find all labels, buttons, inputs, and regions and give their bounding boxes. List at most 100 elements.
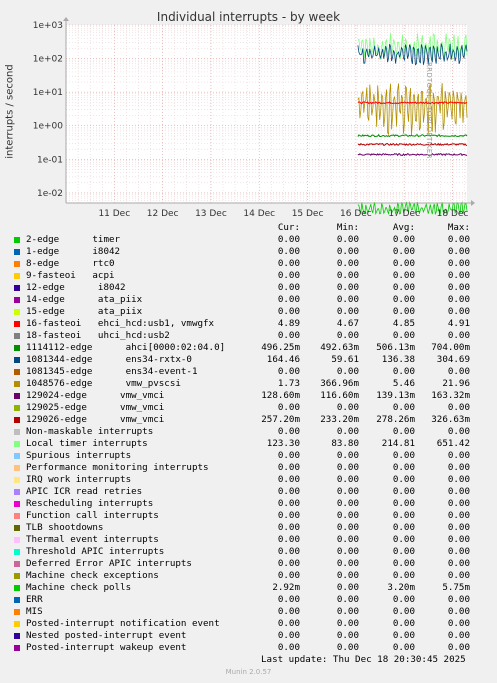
legend-label: 8-edge rtc0	[26, 258, 115, 269]
legend-swatch	[14, 381, 20, 387]
legend-label: Posted-interrupt notification event	[26, 618, 220, 629]
x-tick-label: 12 Dec	[147, 209, 179, 219]
legend-row: ERR 0.00 0.00 0.00 0.00	[0, 594, 497, 606]
legend-max: 0.00	[447, 294, 470, 305]
rrdtool-watermark: RRDTOOL / TOBI OETIKER	[425, 62, 433, 159]
legend-label: TLB shootdowns	[26, 522, 104, 533]
legend-swatch	[14, 333, 20, 339]
legend-max: 0.00	[447, 282, 470, 293]
legend-swatch	[14, 453, 20, 459]
legend-label: 1114112-edge ahci[0000:02:04.0]	[26, 342, 226, 353]
legend-label: Thermal event interrupts	[26, 534, 159, 545]
legend-row: Deferred Error APIC interrupts 0.00 0.00 0.…	[0, 558, 497, 570]
y-tick-label: 1e-01	[37, 155, 63, 165]
legend-max: 0.00	[447, 534, 470, 545]
legend-max: 0.00	[447, 426, 470, 437]
legend-row: 1081345-edge ens34-event-1 0.00 0.00 0.00 0.…	[0, 366, 497, 378]
legend-swatch	[14, 261, 20, 267]
legend-row: Threshold APIC interrupts 0.00 0.00 0.00 0.0…	[0, 546, 497, 558]
legend-label: IRQ work interrupts	[26, 474, 132, 485]
legend-row: Thermal event interrupts 0.00 0.00 0.00 0.00	[0, 534, 497, 546]
legend-row: 129024-edge vmw_vmci 128.60m 116.60m 139.13…	[0, 390, 497, 402]
legend-swatch	[14, 549, 20, 555]
legend-swatch	[14, 621, 20, 627]
legend-swatch	[14, 609, 20, 615]
legend-max: 651.42	[436, 438, 470, 449]
legend-max: 0.00	[447, 606, 470, 617]
legend-max: 0.00	[447, 630, 470, 641]
legend-label: Machine check polls	[26, 582, 132, 593]
legend-row: 15-edge ata_piix 0.00 0.00 0.00 0.00	[0, 306, 497, 318]
legend-row: 18-fasteoi uhci_hcd:usb2 0.00 0.00 0.00 0.00	[0, 330, 497, 342]
legend-header: Cur: Min: Avg: Max:	[0, 222, 497, 234]
legend-label: Machine check exceptions	[26, 570, 159, 581]
x-tick-label: 15 Dec	[292, 209, 324, 219]
header-max: Max:	[447, 222, 470, 233]
legend-swatch	[14, 393, 20, 399]
legend-row: 16-fasteoi ehci_hcd:usb1, vmwgfx 4.89 4.67…	[0, 318, 497, 330]
legend-row: Nested posted-interrupt event 0.00 0.00 0.0…	[0, 630, 497, 642]
legend-max: 304.69	[436, 354, 470, 365]
legend-row: 1114112-edge ahci[0000:02:04.0] 496.25m 49…	[0, 342, 497, 354]
legend-label: Deferred Error APIC interrupts	[26, 558, 192, 569]
legend-row: Non-maskable interrupts 0.00 0.00 0.00 0.00	[0, 426, 497, 438]
legend-max: 0.00	[447, 594, 470, 605]
legend-swatch	[14, 585, 20, 591]
legend-label: Non-maskable interrupts	[26, 426, 154, 437]
legend-row: TLB shootdowns 0.00 0.00 0.00 0.00	[0, 522, 497, 534]
legend-row: Local timer interrupts 123.30 83.80 214.81 6…	[0, 438, 497, 450]
legend-label: 14-edge ata_piix	[26, 294, 143, 305]
legend-row: IRQ work interrupts 0.00 0.00 0.00 0.00	[0, 474, 497, 486]
legend-row: MIS 0.00 0.00 0.00 0.00	[0, 606, 497, 618]
munin-version: Munin 2.0.57	[225, 668, 272, 676]
legend-swatch	[14, 441, 20, 447]
legend-label: 9-fasteoi acpi	[26, 270, 115, 281]
legend-max: 0.00	[447, 258, 470, 269]
legend-swatch	[14, 309, 20, 315]
legend-row: 2-edge timer 0.00 0.00 0.00 0.00	[0, 234, 497, 246]
legend-label: 1048576-edge vmw_pvscsi	[26, 378, 181, 389]
legend-row: APIC ICR read retries 0.00 0.00 0.00 0.00	[0, 486, 497, 498]
legend-max: 0.00	[447, 642, 470, 653]
y-tick-label: 1e-02	[37, 189, 63, 199]
legend-max: 0.00	[447, 474, 470, 485]
legend-max: 0.00	[447, 234, 470, 245]
legend-row: Machine check exceptions 0.00 0.00 0.00 0.00	[0, 570, 497, 582]
legend-max: 0.00	[447, 546, 470, 557]
legend-row: Machine check polls 2.92m 0.00 3.20m 5.75m	[0, 582, 497, 594]
legend-swatch	[14, 633, 20, 639]
legend-swatch	[14, 525, 20, 531]
y-tick-label: 1e+01	[33, 88, 63, 98]
legend-swatch	[14, 513, 20, 519]
y-axis-label: interrupts / second	[4, 64, 16, 159]
legend-label: APIC ICR read retries	[26, 486, 143, 497]
x-tick-label: 16 Dec	[340, 209, 372, 219]
legend-label: MIS	[26, 606, 43, 617]
x-tick-label: 14 Dec	[243, 209, 275, 219]
y-tick-label: 1e+00	[33, 122, 64, 132]
legend-swatch	[14, 273, 20, 279]
legend-row: 9-fasteoi acpi 0.00 0.00 0.00 0.00	[0, 270, 497, 282]
legend-label: 18-fasteoi uhci_hcd:usb2	[26, 330, 170, 341]
legend-row: Posted-interrupt notification event 0.00 0…	[0, 618, 497, 630]
legend-label: Function call interrupts	[26, 510, 159, 521]
legend-swatch	[14, 489, 20, 495]
legend-label: 1-edge i8042	[26, 246, 121, 257]
legend-swatch	[14, 417, 20, 423]
legend-swatch	[14, 237, 20, 243]
legend-max: 326.63m	[431, 414, 470, 425]
chart-title: Individual interrupts - by week	[156, 10, 341, 24]
legend-swatch	[14, 561, 20, 567]
legend-max: 163.32m	[431, 390, 470, 401]
legend-swatch	[14, 285, 20, 291]
legend-max: 0.00	[447, 306, 470, 317]
legend-label: 2-edge timer	[26, 234, 121, 245]
legend-max: 0.00	[447, 330, 470, 341]
legend-label: Spurious interrupts	[26, 450, 132, 461]
legend-label: Threshold APIC interrupts	[26, 546, 165, 557]
legend-label: 129025-edge vmw_vmci	[26, 402, 165, 413]
x-tick-label: 17 Dec	[388, 209, 420, 219]
legend-swatch	[14, 573, 20, 579]
legend-row: 14-edge ata_piix 0.00 0.00 0.00 0.00	[0, 294, 497, 306]
legend-label: Rescheduling interrupts	[26, 498, 154, 509]
